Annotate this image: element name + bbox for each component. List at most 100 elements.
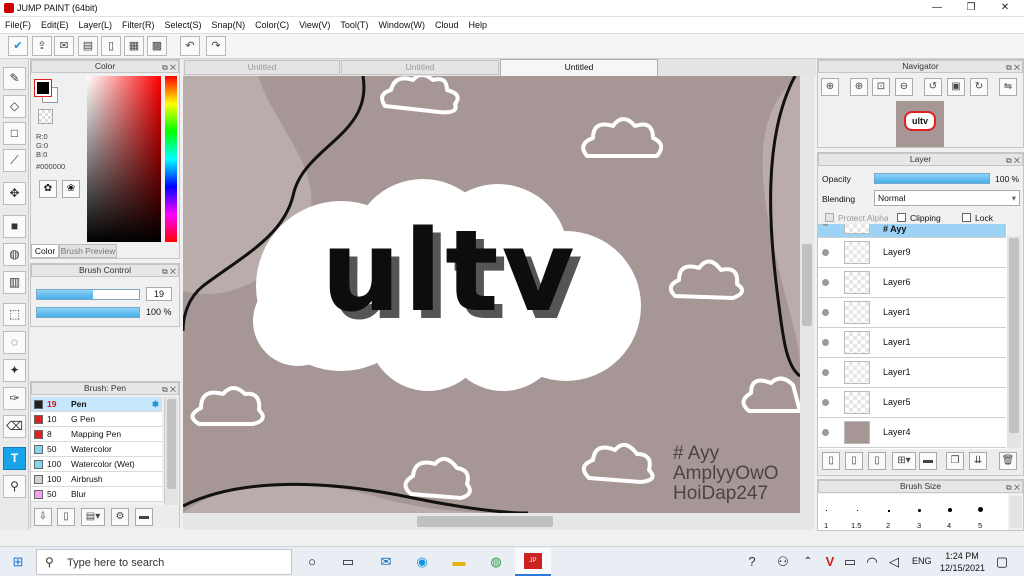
brush-tool-icon[interactable]: ✎ <box>3 67 26 90</box>
panel-close-icon[interactable]: ⧉ ✕ <box>1006 482 1020 493</box>
visibility-icon[interactable] <box>822 279 829 286</box>
layer-row[interactable]: Layer1 <box>818 298 1006 328</box>
panel-close-icon[interactable]: ⧉ ✕ <box>1006 62 1020 73</box>
brush-opacity-slider[interactable] <box>36 307 140 318</box>
layout-icon[interactable]: ▩ <box>147 36 167 56</box>
select-rect-icon[interactable]: ⬚ <box>3 303 26 326</box>
brush-settings-icon[interactable]: ⚙ <box>111 508 129 526</box>
help-icon[interactable]: ? <box>742 552 762 572</box>
zoom-in-icon-2[interactable]: ⊕ <box>850 78 868 96</box>
minimize-button[interactable]: — <box>920 0 954 16</box>
menu-window[interactable]: Window(W) <box>373 17 430 34</box>
panel-close-icon[interactable]: ⧉ ✕ <box>162 384 176 395</box>
layer-row[interactable]: Layer9 <box>818 238 1006 268</box>
share-icon[interactable]: ⇪ <box>32 36 52 56</box>
close-button[interactable]: ✕ <box>988 0 1022 16</box>
wifi-icon[interactable]: ◠ <box>862 552 882 572</box>
menu-layer[interactable]: Layer(L) <box>74 17 118 34</box>
file-explorer-icon[interactable]: ▬ <box>449 552 469 572</box>
new-brush-icon[interactable]: ▯ <box>57 508 75 526</box>
layer-folder-icon[interactable]: ▬ <box>919 452 937 470</box>
brush-size-1-5[interactable]: 1.5 <box>851 521 861 530</box>
cloud-check-icon[interactable]: ✔ <box>8 36 28 56</box>
gear-icon[interactable]: ✱ <box>152 397 159 411</box>
navigator-thumbnail[interactable]: ultv <box>896 101 944 147</box>
fit-icon[interactable]: ⊡ <box>872 78 890 96</box>
new-layer-icon[interactable]: ▯ <box>822 452 840 470</box>
task-view-icon[interactable]: ▭ <box>338 552 358 572</box>
navigator-viewport[interactable]: ultv <box>904 111 936 131</box>
brush-download-icon[interactable]: ⇩ <box>34 508 52 526</box>
brush-size-2[interactable]: 2 <box>886 521 890 530</box>
layer-opacity-slider[interactable] <box>874 173 990 184</box>
palette-icon[interactable]: ✿ <box>39 180 57 198</box>
layer-row[interactable]: Layer5 <box>818 388 1006 418</box>
tab-color[interactable]: Color <box>31 244 59 258</box>
foreground-color-swatch[interactable] <box>34 79 52 97</box>
undo-icon[interactable]: ↶ <box>180 36 200 56</box>
text-tool-icon[interactable]: T <box>3 447 26 470</box>
menu-color[interactable]: Color(C) <box>250 17 294 34</box>
brush-size-4[interactable]: 4 <box>947 521 951 530</box>
brush-item-watercolor[interactable]: 50 Watercolor <box>31 442 162 457</box>
move-tool-icon[interactable]: ✥ <box>3 182 26 205</box>
merge-layer-icon[interactable]: ⇊ <box>969 452 987 470</box>
brush-folder-icon[interactable]: ▬ <box>135 508 153 526</box>
panel-close-icon[interactable]: ⧉ ✕ <box>1006 155 1020 166</box>
blending-select[interactable]: Normal ▾ <box>874 190 1020 206</box>
layer-menu-icon[interactable]: ⊞▾ <box>892 452 916 470</box>
brush-size-3[interactable]: 3 <box>917 521 921 530</box>
layer-list-scrollbar[interactable] <box>1007 236 1021 448</box>
new-vector-layer-icon[interactable]: ▯ <box>868 452 886 470</box>
visibility-icon[interactable] <box>822 224 829 226</box>
fill-rect-tool-icon[interactable]: ■ <box>3 215 26 238</box>
panel-close-icon[interactable]: ⧉ ✕ <box>162 62 176 73</box>
eraser-tool-icon[interactable]: ◇ <box>3 95 26 118</box>
menu-cloud[interactable]: Cloud <box>430 17 464 34</box>
canvas-hscrollbar[interactable] <box>183 513 814 530</box>
chevron-up-icon[interactable]: ⌃ <box>798 552 818 572</box>
antivirus-icon[interactable]: V <box>820 552 840 572</box>
duplicate-layer-icon[interactable]: ❐ <box>946 452 964 470</box>
canvas-vscrollbar[interactable] <box>800 76 814 513</box>
panel-close-icon[interactable]: ⧉ ✕ <box>162 266 176 277</box>
menu-file[interactable]: File(F) <box>0 17 36 34</box>
zoom-out-icon[interactable]: ⊖ <box>895 78 913 96</box>
brush-size-slider[interactable] <box>36 289 140 300</box>
brush-menu-icon[interactable]: ▤▾ <box>81 508 105 526</box>
visibility-icon[interactable] <box>822 339 829 346</box>
clipping-checkbox[interactable] <box>897 213 906 222</box>
taskbar-jump-paint[interactable]: JP <box>515 548 551 576</box>
transparent-color-swatch[interactable] <box>38 109 53 124</box>
layer-row[interactable]: Layer4 <box>818 418 1006 448</box>
brush-size-5[interactable]: 5 <box>978 521 982 530</box>
lasso-icon[interactable]: ◌ <box>3 331 26 354</box>
chat-icon[interactable]: ▤ <box>78 36 98 56</box>
delete-layer-icon[interactable]: 🗑 <box>999 452 1017 470</box>
select-pen-icon[interactable]: ✑ <box>3 387 26 410</box>
notifications-icon[interactable]: ▢ <box>992 552 1012 572</box>
grid-icon[interactable]: ▦ <box>124 36 144 56</box>
tab-untitled-3[interactable]: Untitled <box>500 59 658 76</box>
visibility-icon[interactable] <box>822 399 829 406</box>
volume-icon[interactable]: ◁ <box>884 552 904 572</box>
layer-row[interactable]: Layer1 <box>818 358 1006 388</box>
brush-list-scrollbar[interactable] <box>164 397 178 505</box>
brush-item-blur[interactable]: 50 Blur <box>31 487 162 502</box>
clock[interactable]: 1:24 PM 12/15/2021 <box>940 550 985 574</box>
rectangle-tool-icon[interactable]: □ <box>3 122 26 145</box>
edge-icon[interactable]: ◉ <box>412 552 432 572</box>
menu-tool[interactable]: Tool(T) <box>335 17 373 34</box>
gradient-tool-icon[interactable]: ▥ <box>3 271 26 294</box>
visibility-icon[interactable] <box>822 249 829 256</box>
flip-icon[interactable]: ⇋ <box>999 78 1017 96</box>
document-icon[interactable]: ▯ <box>101 36 121 56</box>
menu-help[interactable]: Help <box>463 17 492 34</box>
layer-row[interactable]: Layer1 <box>818 328 1006 358</box>
tab-untitled-1[interactable]: Untitled <box>184 60 340 75</box>
taskbar-search-box[interactable]: ⚲ Type here to search <box>36 549 292 575</box>
layer-row[interactable]: # Ayy <box>818 224 1006 238</box>
windows-start-icon[interactable]: ⊞ <box>8 552 28 572</box>
select-eraser-icon[interactable]: ⌫ <box>3 415 26 438</box>
visibility-icon[interactable] <box>822 309 829 316</box>
